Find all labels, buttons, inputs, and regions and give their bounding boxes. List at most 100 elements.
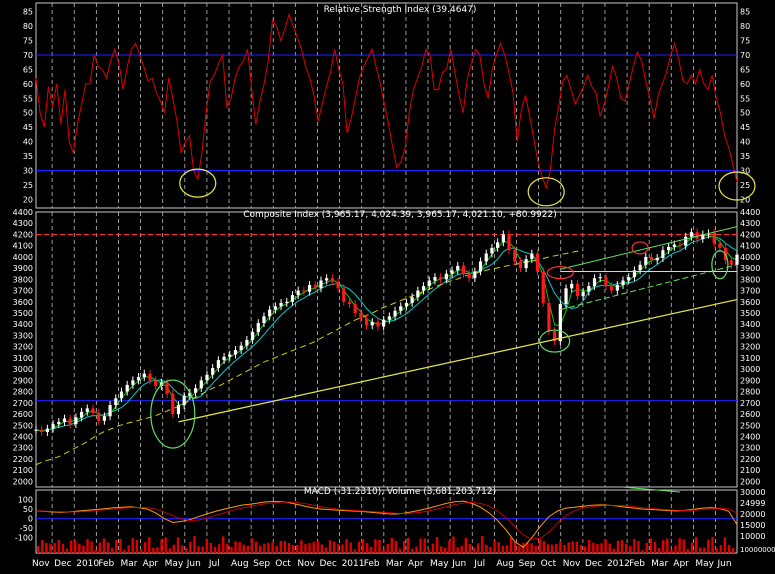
volume-bar: [472, 547, 476, 553]
volume-bar: [719, 545, 722, 553]
volume-bar: [579, 544, 583, 553]
volume-bar: [567, 542, 570, 553]
composite-tick-left: 4000: [13, 253, 33, 262]
composite-tick-left: 3400: [13, 320, 33, 329]
composite-tick-left: 4400: [13, 208, 33, 217]
composite-tick-left: 3000: [13, 365, 33, 374]
volume-bar: [653, 542, 657, 553]
candle-body: [638, 264, 642, 271]
candle-body: [359, 313, 363, 319]
volume-bar: [501, 545, 505, 553]
volume-bar: [407, 537, 410, 553]
volume-bar: [374, 539, 377, 553]
composite-tick-right: 3200: [740, 343, 760, 352]
composite-tick-right: 3500: [740, 309, 760, 318]
volume-bar: [287, 543, 291, 553]
x-tick-label: Nov: [32, 559, 50, 569]
volume-bar: [291, 544, 295, 553]
candle-body: [216, 360, 220, 369]
rsi-tick-left: 70: [23, 51, 33, 60]
volume-bar: [82, 545, 85, 553]
rsi-tick-right: 75: [740, 37, 750, 46]
volume-bar: [300, 540, 303, 553]
volume-bar: [583, 546, 587, 553]
composite-tick-left: 2200: [13, 455, 33, 464]
composite-tick-right: 3300: [740, 331, 760, 340]
composite-tick-left: 3700: [13, 287, 33, 296]
volume-bar: [361, 539, 365, 553]
volume-bar: [559, 540, 562, 553]
candle-body: [655, 258, 659, 261]
volume-bar: [180, 545, 184, 553]
volume-bar: [283, 541, 287, 553]
candle-body: [290, 295, 295, 302]
composite-tick-right: 2200: [740, 455, 760, 464]
volume-bar: [320, 544, 324, 553]
volume-bar: [444, 547, 447, 553]
volume-bar: [649, 538, 653, 553]
composite-tick-left: 2500: [13, 421, 33, 430]
composite-tick-left: 3900: [13, 264, 33, 273]
candle-body: [45, 428, 49, 432]
composite-tick-right: 3400: [740, 320, 760, 329]
volume-bar: [205, 538, 208, 553]
volume-bar: [78, 543, 81, 553]
volume-bar: [230, 546, 233, 553]
candle-body: [518, 261, 523, 269]
volume-tick-right-bottom: 10000000: [740, 546, 775, 554]
volume-bar: [723, 537, 727, 553]
candle-body: [51, 424, 55, 429]
composite-tick-left: 4300: [13, 219, 33, 228]
volume-bar: [707, 539, 710, 553]
candle-body: [427, 280, 431, 287]
volume-tick-right: 24999: [740, 499, 765, 508]
macd-tick-left: 50: [23, 505, 33, 514]
volume-bar: [45, 543, 48, 553]
candle-body: [450, 270, 454, 274]
composite-tick-right: 2700: [740, 399, 760, 408]
rsi-tick-right: 30: [740, 166, 750, 175]
volume-bar: [382, 549, 385, 553]
candle-body: [245, 339, 249, 346]
candle-body: [410, 297, 414, 303]
candle-body: [319, 280, 323, 289]
candle-body: [712, 233, 716, 244]
volume-bar: [731, 547, 735, 553]
candle-body: [250, 332, 255, 340]
candle-body: [678, 244, 682, 246]
volume-bar: [349, 542, 352, 553]
macd-tick-left: -100: [15, 534, 33, 543]
rsi-tick-left: 80: [23, 22, 33, 31]
rsi-tick-left: 45: [23, 123, 33, 132]
candle-body: [667, 246, 671, 251]
volume-bar: [86, 539, 89, 553]
volume-bar: [439, 546, 443, 553]
volume-bar: [324, 547, 328, 553]
candle-body: [97, 412, 101, 421]
volume-bar: [641, 549, 644, 553]
candle-body: [644, 256, 648, 265]
x-tick-label: Jun: [451, 559, 466, 569]
candle-body: [672, 244, 676, 247]
rsi-tick-right: 45: [740, 123, 750, 132]
x-tick-label: Nov: [297, 559, 315, 569]
x-tick-label: Dec: [54, 559, 71, 569]
candle-body: [353, 304, 357, 314]
volume-bar: [550, 544, 554, 553]
rsi-tick-right: 85: [740, 8, 750, 17]
rsi-tick-right: 35: [740, 152, 750, 161]
volume-bar: [624, 543, 628, 553]
x-tick-label: Sep: [518, 559, 535, 569]
volume-bar: [612, 548, 616, 553]
x-tick-label: Feb: [629, 559, 645, 569]
candle-body: [125, 384, 129, 392]
candle-body: [182, 396, 186, 406]
volume-bar: [328, 540, 332, 553]
candle-body: [233, 350, 238, 355]
candle-body: [228, 354, 232, 357]
volume-bar: [497, 542, 500, 553]
volume-bar: [201, 546, 204, 553]
candle-body: [501, 234, 505, 243]
volume-bar: [106, 542, 110, 553]
volume-bar: [727, 544, 731, 553]
